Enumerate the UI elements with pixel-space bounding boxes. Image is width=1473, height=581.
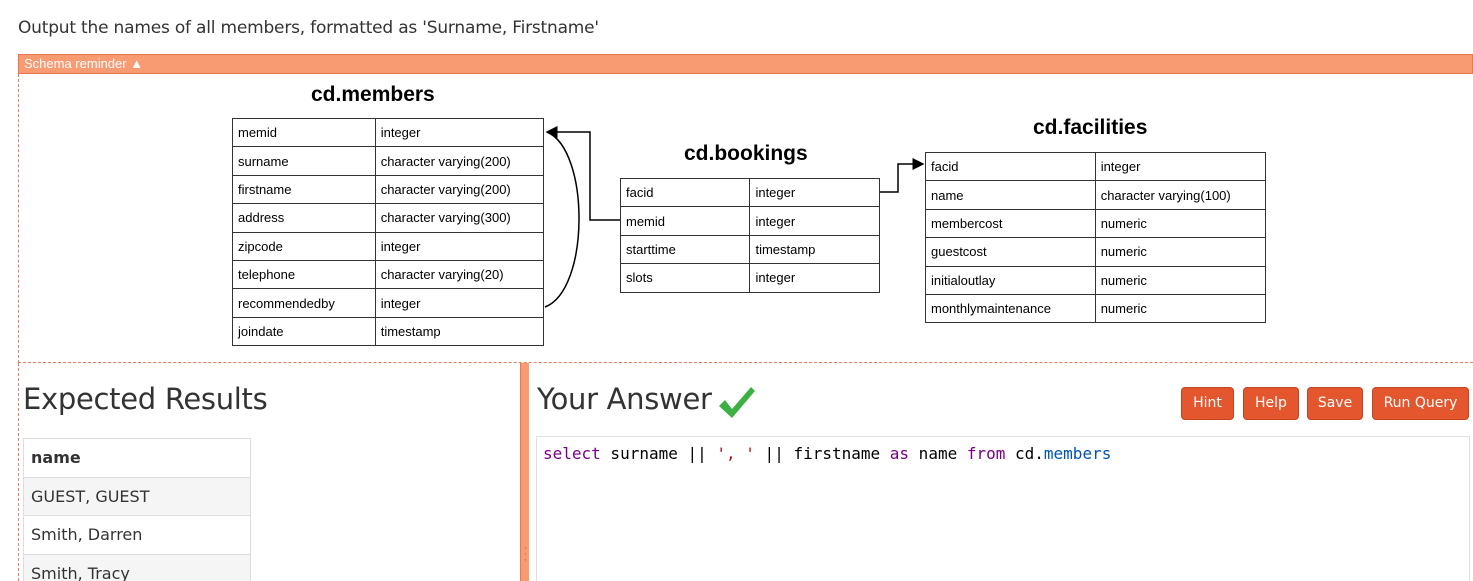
bookings-facid-to-facilities-arrow (880, 158, 925, 193)
sql-string: ', ' (716, 444, 755, 463)
your-answer-heading: Your Answer (537, 382, 712, 416)
splitter-grip-icon[interactable]: · · · (524, 545, 527, 566)
sql-table-name: members (1043, 444, 1112, 463)
sql-keyword: from (966, 444, 1006, 463)
table-row: Smith, Darren (23, 515, 251, 555)
save-button[interactable]: Save (1307, 387, 1363, 420)
checkmark-icon (719, 387, 755, 418)
sql-text: name (909, 444, 967, 463)
table-cell: Smith, Tracy (23, 553, 251, 581)
bookings-memid-to-members-arrow (545, 126, 620, 221)
sql-text: cd. (1005, 444, 1044, 463)
hint-button[interactable]: Hint (1181, 387, 1234, 420)
expected-results-table: name GUEST, GUEST Smith, Darren Smith, T… (23, 438, 251, 581)
table-cell: Smith, Darren (23, 515, 251, 555)
help-button[interactable]: Help (1243, 387, 1299, 420)
sql-query-editor[interactable]: select surname || ', ' || firstname as n… (536, 436, 1470, 581)
sql-text: || firstname (754, 444, 890, 463)
table-row: Smith, Tracy (23, 553, 251, 581)
table-row: GUEST, GUEST (23, 476, 251, 516)
sql-keyword: select (543, 444, 601, 463)
sql-text: surname || (600, 444, 717, 463)
pane-splitter[interactable]: · · · (520, 363, 529, 581)
sql-keyword: as (889, 444, 910, 463)
table-cell: GUEST, GUEST (23, 476, 251, 516)
results-column-header: name (23, 438, 251, 478)
expected-results-heading: Expected Results (23, 382, 268, 416)
recommendedby-to-memid-arrow (544, 131, 580, 308)
run-query-button[interactable]: Run Query (1372, 387, 1469, 420)
